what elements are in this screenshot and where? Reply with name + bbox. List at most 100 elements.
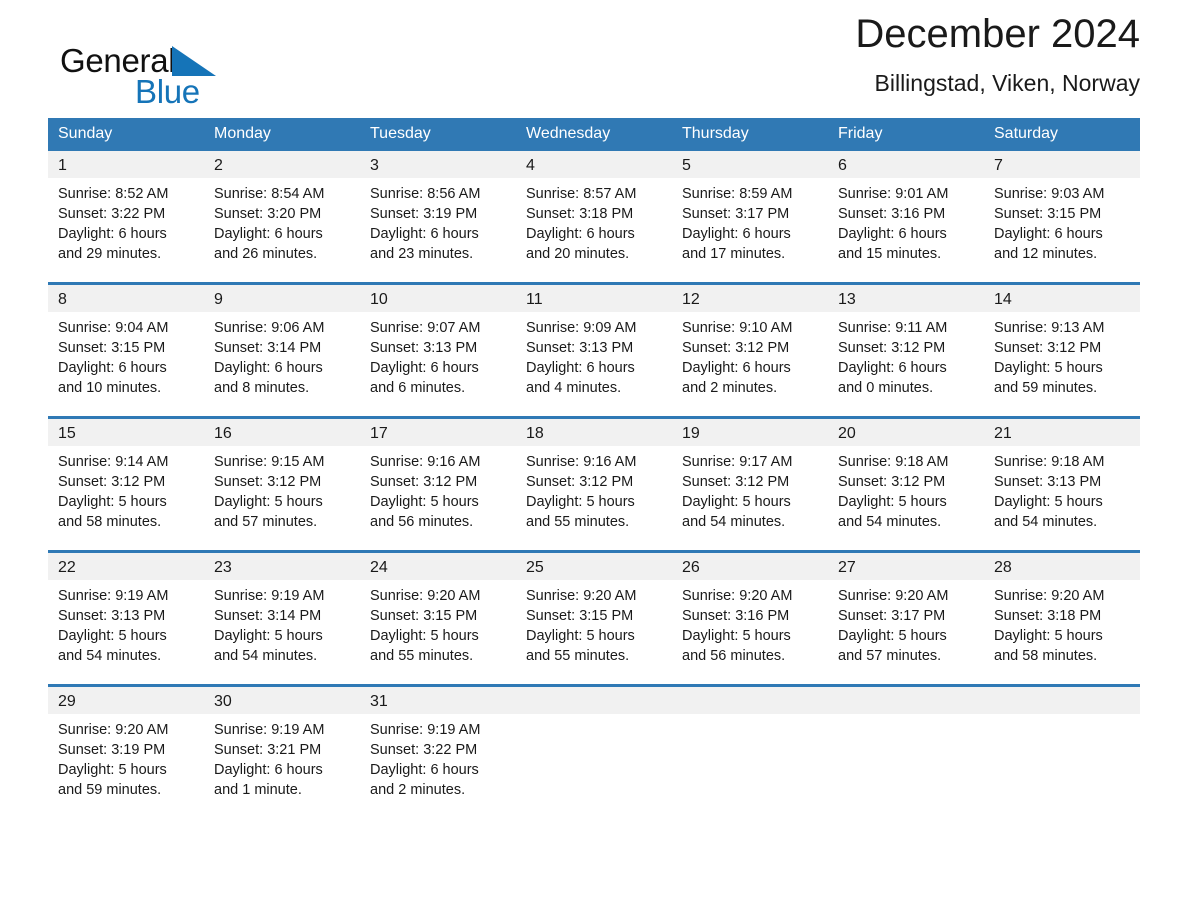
calendar-day-cell[interactable]: 25 Sunrise: 9:20 AM Sunset: 3:15 PM Dayligh… [516,550,672,686]
sunset-time: Sunset: 3:12 PM [214,474,322,490]
calendar-day-cell[interactable]: 16 Sunrise: 9:15 AM Sunset: 3:12 PM Dayligh… [204,416,360,552]
sunrise-time: Sunrise: 8:57 AM [526,186,637,202]
calendar-day-cell[interactable]: 6 Sunrise: 9:01 AM Sunset: 3:16 PM Daylight… [828,151,984,284]
day-number-strip: 3 [360,151,516,178]
sunrise-time: Sunrise: 9:16 AM [526,454,637,470]
calendar-day-cell[interactable]: 3 Sunrise: 8:56 AM Sunset: 3:19 PM Daylight… [360,151,516,284]
day-number-strip: 28 [984,553,1140,580]
calendar-day-cell[interactable]: 29 Sunrise: 9:20 AM Sunset: 3:19 PM Dayligh… [48,684,204,818]
daylight-duration-line2: and 55 minutes. [526,648,630,664]
sunset-time: Sunset: 3:12 PM [838,340,946,356]
calendar-day-cell[interactable]: 4 Sunrise: 8:57 AM Sunset: 3:18 PM Daylight… [516,151,672,284]
sunrise-time: Sunrise: 9:20 AM [526,588,637,604]
sunset-time: Sunset: 3:14 PM [214,608,322,624]
weekday-header-row: Sunday Monday Tuesday Wednesday Thursday… [48,118,1140,151]
daylight-duration-line2: and 57 minutes. [214,514,318,530]
day-sun-info: Sunrise: 8:54 AM Sunset: 3:20 PM Daylight:… [204,178,360,282]
calendar-day-cell[interactable]: 8 Sunrise: 9:04 AM Sunset: 3:15 PM Daylight… [48,282,204,418]
calendar-day-cell[interactable]: 11 Sunrise: 9:09 AM Sunset: 3:13 PM Dayligh… [516,282,672,418]
calendar-day-cell[interactable]: 30 Sunrise: 9:19 AM Sunset: 3:21 PM Dayligh… [204,684,360,818]
calendar-day-cell[interactable]: 19 Sunrise: 9:17 AM Sunset: 3:12 PM Dayligh… [672,416,828,552]
day-number: 27 [838,559,856,576]
sunrise-time: Sunrise: 8:59 AM [682,186,793,202]
calendar-day-cell[interactable]: 13 Sunrise: 9:11 AM Sunset: 3:12 PM Dayligh… [828,282,984,418]
day-number: 3 [370,157,379,174]
day-sun-info: Sunrise: 9:06 AM Sunset: 3:14 PM Daylight:… [204,312,360,416]
day-number: 25 [526,559,544,576]
calendar-day-cell[interactable]: 15 Sunrise: 9:14 AM Sunset: 3:12 PM Dayligh… [48,416,204,552]
daylight-duration-line2: and 54 minutes. [682,514,786,530]
calendar-day-cell[interactable]: 22 Sunrise: 9:19 AM Sunset: 3:13 PM Dayligh… [48,550,204,686]
sunrise-sunset-calendar-table: Sunday Monday Tuesday Wednesday Thursday… [48,118,1140,818]
calendar-day-cell[interactable]: 17 Sunrise: 9:16 AM Sunset: 3:12 PM Dayligh… [360,416,516,552]
daylight-duration-line2: and 4 minutes. [526,380,622,396]
calendar-day-cell[interactable]: 12 Sunrise: 9:10 AM Sunset: 3:12 PM Dayligh… [672,282,828,418]
calendar-day-cell[interactable]: 20 Sunrise: 9:18 AM Sunset: 3:12 PM Dayligh… [828,416,984,552]
day-sun-info: Sunrise: 8:52 AM Sunset: 3:22 PM Daylight:… [48,178,204,282]
day-number: 6 [838,157,847,174]
calendar-day-cell[interactable]: 5 Sunrise: 8:59 AM Sunset: 3:17 PM Daylight… [672,151,828,284]
sunset-time: Sunset: 3:17 PM [838,608,946,624]
sunset-time: Sunset: 3:12 PM [838,474,946,490]
calendar-day-cell[interactable]: 2 Sunrise: 8:54 AM Sunset: 3:20 PM Daylight… [204,151,360,284]
day-number: 26 [682,559,700,576]
calendar-day-cell[interactable]: 27 Sunrise: 9:20 AM Sunset: 3:17 PM Dayligh… [828,550,984,686]
sunrise-time: Sunrise: 8:56 AM [370,186,481,202]
sunrise-time: Sunrise: 9:16 AM [370,454,481,470]
calendar-day-cell[interactable]: 1 Sunrise: 8:52 AM Sunset: 3:22 PM Daylight… [48,151,204,284]
daylight-duration-line1: Daylight: 5 hours [58,762,167,778]
day-number-strip: 15 [48,419,204,446]
day-sun-info: Sunrise: 9:19 AM Sunset: 3:21 PM Daylight:… [204,714,360,818]
day-sun-info: Sunrise: 9:14 AM Sunset: 3:12 PM Daylight:… [48,446,204,550]
calendar-empty-cell [672,684,828,818]
sunset-time: Sunset: 3:13 PM [370,340,478,356]
calendar-day-cell[interactable]: 14 Sunrise: 9:13 AM Sunset: 3:12 PM Dayligh… [984,282,1140,418]
calendar-day-cell[interactable]: 28 Sunrise: 9:20 AM Sunset: 3:18 PM Dayligh… [984,550,1140,686]
sunrise-time: Sunrise: 9:19 AM [370,722,481,738]
daylight-duration-line1: Daylight: 6 hours [526,226,635,242]
day-sun-info: Sunrise: 9:16 AM Sunset: 3:12 PM Daylight:… [360,446,516,550]
day-number: 16 [214,425,232,442]
calendar-day-cell[interactable]: 7 Sunrise: 9:03 AM Sunset: 3:15 PM Daylight… [984,151,1140,284]
day-number: 2 [214,157,223,174]
sunset-time: Sunset: 3:13 PM [994,474,1102,490]
calendar-day-cell[interactable]: 26 Sunrise: 9:20 AM Sunset: 3:16 PM Dayligh… [672,550,828,686]
calendar-day-cell[interactable]: 31 Sunrise: 9:19 AM Sunset: 3:22 PM Dayligh… [360,684,516,818]
day-number-strip: 13 [828,285,984,312]
general-blue-logo[interactable]: General Blue [60,42,310,114]
day-sun-info: Sunrise: 8:56 AM Sunset: 3:19 PM Daylight:… [360,178,516,282]
empty-day-body [672,714,828,798]
daylight-duration-line2: and 17 minutes. [682,246,786,262]
daylight-duration-line2: and 12 minutes. [994,246,1098,262]
sunset-time: Sunset: 3:13 PM [526,340,634,356]
sunset-time: Sunset: 3:12 PM [994,340,1102,356]
sunset-time: Sunset: 3:16 PM [682,608,790,624]
sunset-time: Sunset: 3:12 PM [370,474,478,490]
calendar-day-cell[interactable]: 9 Sunrise: 9:06 AM Sunset: 3:14 PM Daylight… [204,282,360,418]
day-sun-info: Sunrise: 9:20 AM Sunset: 3:16 PM Daylight:… [672,580,828,684]
daylight-duration-line1: Daylight: 6 hours [994,226,1103,242]
daylight-duration-line1: Daylight: 6 hours [58,360,167,376]
calendar-day-cell[interactable]: 18 Sunrise: 9:16 AM Sunset: 3:12 PM Dayligh… [516,416,672,552]
calendar-day-cell[interactable]: 21 Sunrise: 9:18 AM Sunset: 3:13 PM Dayligh… [984,416,1140,552]
calendar-day-cell[interactable]: 10 Sunrise: 9:07 AM Sunset: 3:13 PM Dayligh… [360,282,516,418]
sunrise-time: Sunrise: 9:01 AM [838,186,949,202]
calendar-day-cell[interactable]: 24 Sunrise: 9:20 AM Sunset: 3:15 PM Dayligh… [360,550,516,686]
daylight-duration-line1: Daylight: 5 hours [994,494,1103,510]
daylight-duration-line1: Daylight: 6 hours [214,226,323,242]
daylight-duration-line1: Daylight: 5 hours [370,628,479,644]
daylight-duration-line2: and 56 minutes. [370,514,474,530]
title-block: December 2024 Billingstad, Viken, Norway [855,8,1140,100]
sunset-time: Sunset: 3:15 PM [526,608,634,624]
daylight-duration-line1: Daylight: 6 hours [682,360,791,376]
calendar-day-cell[interactable]: 23 Sunrise: 9:19 AM Sunset: 3:14 PM Dayligh… [204,550,360,686]
daylight-duration-line1: Daylight: 5 hours [370,494,479,510]
sunrise-time: Sunrise: 9:20 AM [682,588,793,604]
day-number-strip: 30 [204,687,360,714]
daylight-duration-line1: Daylight: 6 hours [526,360,635,376]
weekday-header-sunday: Sunday [48,118,204,151]
day-sun-info: Sunrise: 9:04 AM Sunset: 3:15 PM Daylight:… [48,312,204,416]
sunrise-time: Sunrise: 9:10 AM [682,320,793,336]
calendar-page: General Blue December 2024 Billingstad, … [0,0,1188,918]
day-number-strip: 25 [516,553,672,580]
